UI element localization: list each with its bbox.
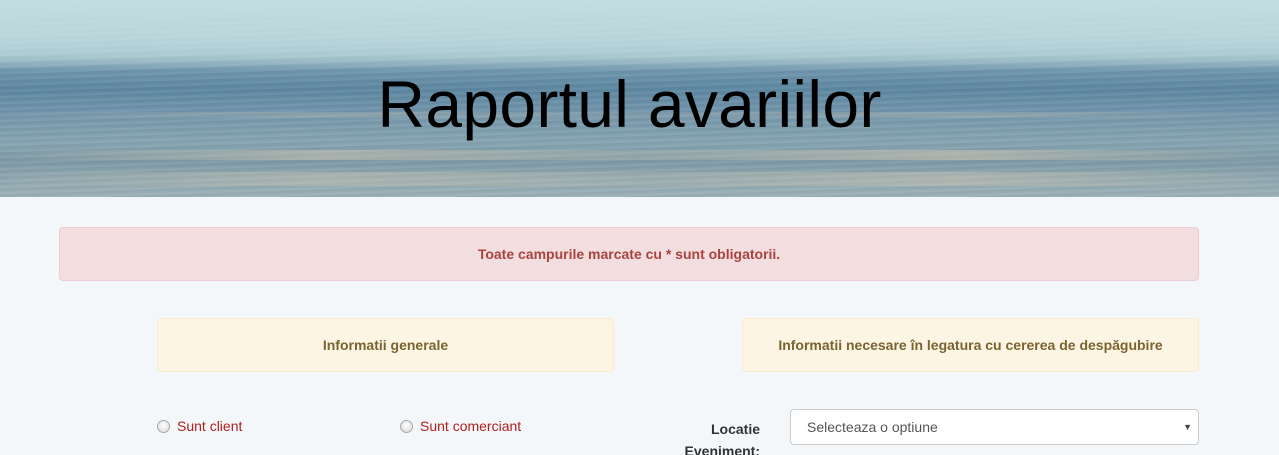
alert-text: Toate campurile marcate cu * sunt obliga… [477,246,781,262]
location-event-select[interactable]: Selecteaza o optiune ▼ [790,409,1199,445]
radio-client[interactable]: Sunt client [157,418,242,434]
page-title: Raportul avariilor [377,67,882,141]
hero-sky-haze [0,0,1279,70]
section-general-info: Informatii generale [157,318,614,372]
section-general-label: Informatii generale [322,337,449,353]
radio-merchant-circle[interactable] [400,419,413,433]
location-label-line2: Eveniment: [684,443,760,455]
location-label-line1: Locatie [710,421,760,437]
hero-sand-band [0,150,1279,160]
hero-sand-band [0,172,1279,186]
location-event-label: Locatie Eveniment: [660,418,760,455]
radio-client-circle[interactable] [157,419,170,433]
section-claim-info: Informatii necesare în legatura cu cerer… [742,318,1199,372]
radio-client-label[interactable]: Sunt client [177,418,242,434]
location-select-value: Selecteaza o optiune [807,419,938,435]
radio-merchant[interactable]: Sunt comerciant [400,418,521,434]
hero-banner: Raportul avariilor [0,0,1279,197]
caret-down-icon: ▼ [1183,422,1192,432]
section-claim-label: Informatii necesare în legatura cu cerer… [778,337,1163,353]
required-fields-alert: Toate campurile marcate cu * sunt obliga… [59,227,1199,281]
radio-merchant-label[interactable]: Sunt comerciant [420,418,521,434]
